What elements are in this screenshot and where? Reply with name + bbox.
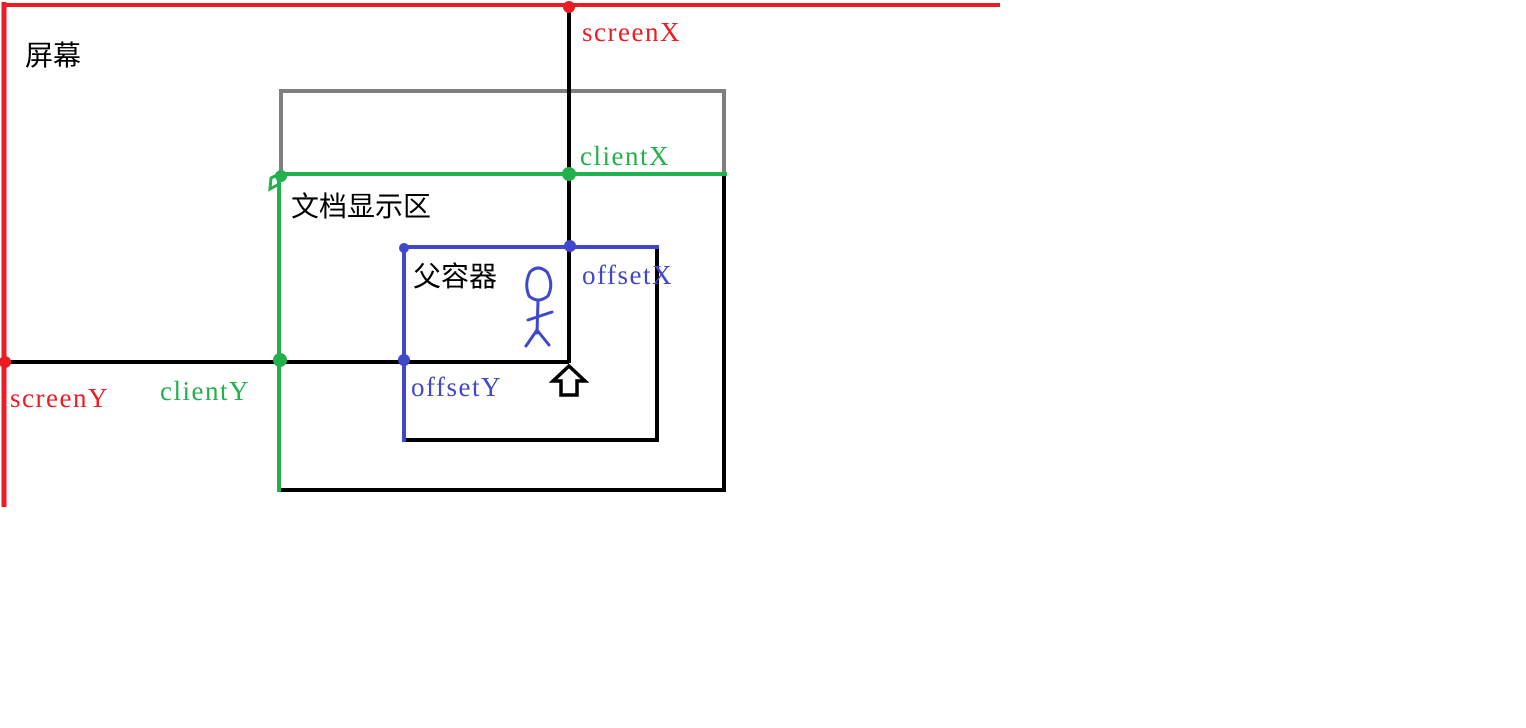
client-y-dot [273, 353, 287, 367]
screen-label: 屏幕 [25, 39, 81, 72]
document-area-label: 文档显示区 [291, 190, 431, 223]
screenX-label: screenX [582, 17, 681, 47]
offsetY-label: offsetY [411, 372, 502, 402]
offset-origin-dot [399, 243, 409, 253]
offset-x-dot [564, 240, 576, 252]
client-origin-dot [275, 170, 287, 182]
screenY-label: screenY [10, 383, 109, 413]
offset-y-dot [398, 354, 410, 366]
parent-container-label: 父容器 [413, 260, 497, 293]
screen-x-dot [563, 1, 575, 13]
clientY-label: clientY [160, 376, 250, 406]
stick-figure-icon [524, 266, 554, 348]
screen-y-dot [0, 356, 11, 368]
offsetX-label: offsetX [582, 260, 673, 290]
client-x-dot [562, 167, 576, 181]
clientX-label: clientX [580, 141, 670, 171]
arrow-cursor-icon [548, 363, 590, 397]
event-coordinates-diagram: 屏幕 文档显示区 父容器 screenX screenY clientX cli… [0, 1, 1000, 507]
